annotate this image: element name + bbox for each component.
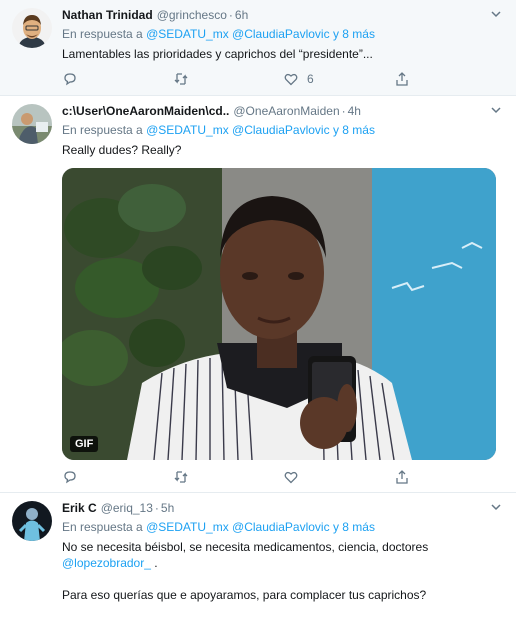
timestamp[interactable]: 6h (235, 8, 248, 22)
reply-mentions[interactable]: @SEDATU_mx @ClaudiaPavlovic (146, 123, 330, 137)
reply-icon (64, 471, 76, 484)
share-icon (395, 470, 408, 484)
reply-prefix: En respuesta a (62, 123, 143, 137)
like-button[interactable] (283, 469, 394, 485)
caret-down-icon[interactable] (490, 501, 502, 513)
gif-frame-image (62, 168, 496, 460)
caret-down-icon[interactable] (490, 104, 502, 116)
mention-link[interactable]: @lopezobrador_ (62, 556, 151, 570)
avatar[interactable] (12, 8, 52, 48)
tweet-text-mention-line: @lopezobrador_ . (62, 555, 504, 571)
caret-down-icon[interactable] (490, 8, 502, 20)
reply-prefix: En respuesta a (62, 520, 143, 534)
reply-context: En respuesta a @SEDATU_mx @ClaudiaPavlov… (62, 27, 504, 41)
tweet[interactable]: Erik C @eriq_13 · 5h En respuesta a @SED… (0, 493, 516, 620)
timestamp[interactable]: 5h (161, 501, 174, 515)
tweet[interactable]: c:\User\OneAaronMaiden\cd.. @OneAaronMai… (0, 96, 516, 493)
share-button[interactable] (394, 469, 505, 485)
timestamp[interactable]: 4h (348, 104, 361, 118)
author-handle[interactable]: @grinchesco (157, 8, 227, 22)
like-count: 6 (307, 72, 314, 86)
reply-more[interactable]: y 8 más (333, 123, 375, 137)
author-handle[interactable]: @OneAaronMaiden (233, 104, 339, 118)
reply-more[interactable]: y 8 más (333, 520, 375, 534)
retweet-icon (174, 73, 187, 85)
reply-mentions[interactable]: @SEDATU_mx @ClaudiaPavlovic (146, 520, 330, 534)
reply-icon (64, 73, 76, 86)
separator: · (154, 501, 159, 515)
avatar[interactable] (12, 104, 52, 144)
separator: · (341, 104, 346, 118)
retweet-button[interactable] (173, 469, 284, 485)
retweet-icon (174, 471, 187, 483)
mention-suffix: . (150, 556, 158, 570)
author-name[interactable]: Erik C (62, 501, 97, 515)
like-button[interactable]: 6 (283, 71, 394, 87)
like-icon (284, 471, 298, 484)
author-handle[interactable]: @eriq_13 (101, 501, 153, 515)
tweet-text: Really dudes? Really? (62, 143, 182, 157)
reply-prefix: En respuesta a (62, 27, 143, 41)
tweet[interactable]: Nathan Trinidad @grinchesco · 6h En resp… (0, 0, 516, 96)
tweet-text: Lamentables las prioridades y caprichos … (62, 47, 373, 61)
reply-button[interactable] (62, 71, 173, 87)
gif-media[interactable]: GIF (62, 168, 496, 460)
tweet-text-line: Para eso querías que e apoyaramos, para … (62, 588, 427, 602)
like-icon (284, 73, 298, 86)
reply-mentions[interactable]: @SEDATU_mx @ClaudiaPavlovic (146, 27, 330, 41)
tweet-actions: 6 (62, 62, 504, 96)
tweet-actions (62, 460, 504, 494)
share-button[interactable] (394, 71, 505, 87)
reply-button[interactable] (62, 469, 173, 485)
tweet-text-line: No se necesita béisbol, se necesita medi… (62, 540, 429, 554)
tweet-text: No se necesita béisbol, se necesita medi… (62, 539, 504, 603)
reply-context: En respuesta a @SEDATU_mx @ClaudiaPavlov… (62, 123, 504, 137)
reply-more[interactable]: y 8 más (333, 27, 375, 41)
separator: · (228, 8, 233, 22)
avatar[interactable] (12, 501, 52, 541)
share-icon (395, 72, 408, 86)
retweet-button[interactable] (173, 71, 284, 87)
reply-context: En respuesta a @SEDATU_mx @ClaudiaPavlov… (62, 520, 504, 534)
author-name[interactable]: c:\User\OneAaronMaiden\cd.. (62, 104, 229, 118)
gif-badge: GIF (70, 436, 99, 452)
author-name[interactable]: Nathan Trinidad (62, 8, 153, 22)
